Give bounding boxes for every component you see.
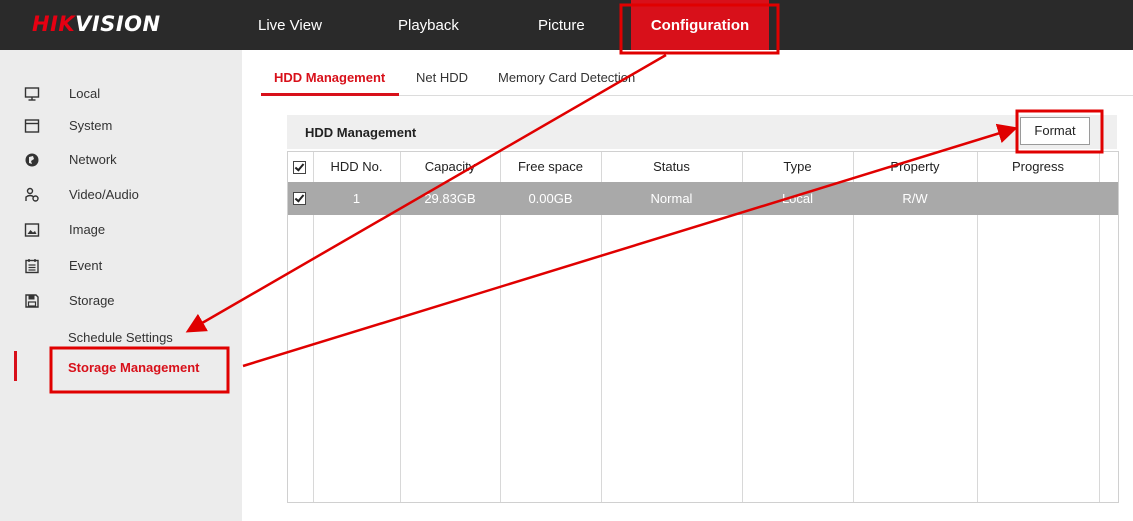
nav-playback[interactable]: Playback (398, 0, 459, 50)
logo-red-part: HIK (32, 12, 76, 36)
row-checkbox[interactable] (293, 192, 306, 205)
window-icon (24, 119, 40, 133)
floppy-icon (25, 294, 39, 308)
cell-free-space: 0.00GB (528, 191, 573, 206)
tab-net-hdd[interactable]: Net HDD (416, 70, 468, 85)
calendar-icon (25, 259, 39, 274)
sidebar-item-video-audio[interactable]: Video/Audio (0, 180, 242, 210)
logo-white-part: VISION (75, 12, 161, 36)
panel-header: HDD Management (287, 115, 1117, 149)
monitor-icon (24, 87, 40, 101)
select-all-checkbox[interactable] (293, 161, 306, 174)
sidebar-subitem-storage-management[interactable]: Storage Management (68, 355, 199, 381)
column-header-capacity: Capacity (424, 159, 476, 174)
sidebar-item-label: Video/Audio (69, 187, 139, 202)
table-row[interactable]: 1 29.83GB 0.00GB Normal Local R/W (288, 182, 1118, 215)
sidebar-item-label: Local (69, 86, 101, 101)
nav-picture[interactable]: Picture (538, 0, 585, 50)
column-header-hdd-no: HDD No. (330, 159, 383, 174)
active-item-indicator (14, 351, 17, 381)
sidebar-item-label: System (69, 118, 113, 133)
globe-icon (25, 153, 39, 167)
column-header-free-space: Free space (517, 159, 584, 174)
sidebar-item-event[interactable]: Event (0, 251, 242, 281)
nav-configuration[interactable]: Configuration (631, 0, 769, 50)
image-icon (24, 223, 40, 237)
sidebar-item-label: Network (69, 152, 117, 167)
active-tab-underline (261, 93, 399, 96)
hikvision-logo: HIKVISION (32, 12, 161, 36)
sidebar-item-local[interactable]: Local (0, 79, 242, 109)
sidebar-item-system[interactable]: System (0, 111, 242, 141)
sidebar-item-label: Event (69, 258, 103, 273)
top-navigation-bar: HIKVISION Live View Playback Picture Con… (0, 0, 1133, 50)
column-header-progress: Progress (1011, 159, 1065, 174)
panel-title: HDD Management (305, 125, 417, 140)
cell-property: R/W (902, 191, 928, 206)
hdd-table: HDD No. Capacity Free space Status Type … (287, 151, 1119, 503)
cell-capacity: 29.83GB (424, 191, 476, 206)
column-header-type: Type (783, 159, 812, 174)
sidebar-item-label: Image (69, 222, 106, 237)
cell-status: Normal (650, 191, 693, 206)
column-header-property: Property (890, 159, 940, 174)
sidebar: Local System Network Video/Audio Image E… (0, 50, 242, 521)
format-button[interactable]: Format (1020, 117, 1090, 145)
column-header-status: Status (653, 159, 690, 174)
sidebar-subitem-schedule-settings[interactable]: Schedule Settings (68, 325, 173, 351)
cell-hdd-no: 1 (352, 191, 361, 206)
cell-progress (977, 182, 1099, 215)
cell-type: Local (781, 191, 814, 206)
sidebar-item-image[interactable]: Image (0, 215, 242, 245)
sidebar-item-network[interactable]: Network (0, 145, 242, 175)
tab-hdd-management[interactable]: HDD Management (274, 70, 385, 85)
tab-memory-card-detection[interactable]: Memory Card Detection (498, 70, 635, 85)
sidebar-item-label: Storage (69, 293, 115, 308)
sidebar-item-storage[interactable]: Storage (0, 286, 242, 316)
nav-live-view[interactable]: Live View (258, 0, 322, 50)
user-audio-icon (25, 187, 39, 202)
